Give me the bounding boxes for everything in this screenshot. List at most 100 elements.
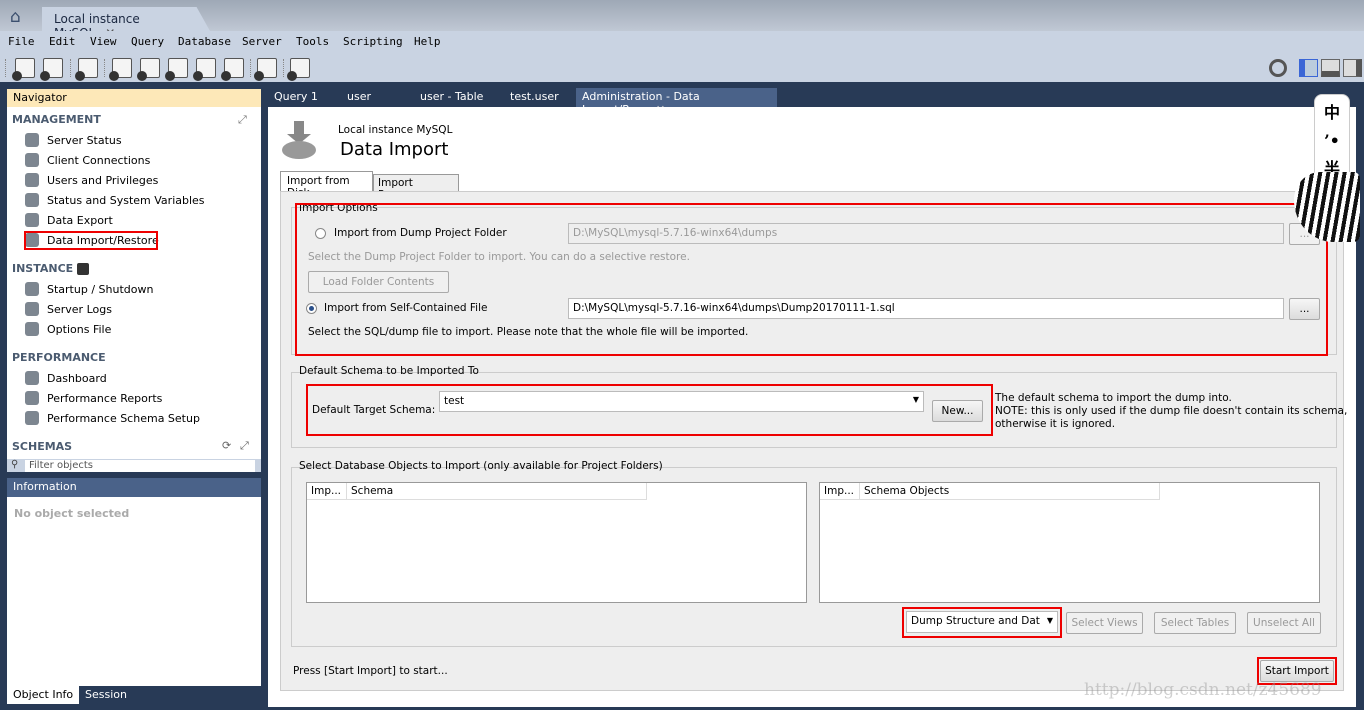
menu-view[interactable]: View bbox=[90, 35, 117, 48]
nav-startup-shutdown[interactable]: Startup / Shutdown bbox=[25, 282, 153, 296]
instance-heading: INSTANCE bbox=[12, 262, 90, 275]
home-icon[interactable]: ⌂ bbox=[10, 8, 32, 26]
select-views-button[interactable]: Select Views bbox=[1066, 612, 1143, 634]
menu-file[interactable]: File bbox=[8, 35, 35, 48]
tab-import-from-disk[interactable]: Import from Disk bbox=[280, 171, 373, 199]
tab-query-1[interactable]: Query 1 bbox=[268, 88, 324, 107]
wrench-icon bbox=[77, 263, 90, 275]
separator bbox=[5, 59, 6, 77]
schema-list[interactable]: Imp... Schema bbox=[306, 482, 807, 603]
separator bbox=[70, 59, 71, 77]
select-tables-button[interactable]: Select Tables bbox=[1154, 612, 1236, 634]
settings-icon[interactable] bbox=[1269, 59, 1287, 77]
inspector-icon[interactable] bbox=[75, 58, 98, 81]
nav-label: Users and Privileges bbox=[47, 173, 159, 187]
filter-objects-input[interactable]: Filter objects bbox=[25, 460, 255, 472]
column-header-import[interactable]: Imp... bbox=[820, 483, 860, 500]
schema-setup-icon bbox=[25, 411, 39, 425]
schema-note-1: The default schema to import the dump in… bbox=[995, 392, 1232, 404]
new-sql-tab-icon[interactable] bbox=[12, 58, 35, 81]
users-icon bbox=[25, 173, 39, 187]
dashboard-icon bbox=[25, 371, 39, 385]
nav-label: Performance Reports bbox=[47, 391, 163, 405]
highlight-box bbox=[295, 203, 1328, 356]
navigator-header: Navigator bbox=[7, 89, 261, 107]
schemas-heading: SCHEMAS bbox=[12, 440, 73, 453]
separator bbox=[283, 59, 284, 77]
nav-label: Options File bbox=[47, 322, 112, 336]
open-sql-file-icon[interactable] bbox=[40, 58, 63, 81]
connection-tab[interactable]: Local instance MySQL✕ bbox=[42, 7, 210, 31]
refresh-icon[interactable]: ⟳ bbox=[222, 439, 231, 452]
menu-scripting[interactable]: Scripting bbox=[343, 35, 403, 48]
search-icon: ⚲ bbox=[11, 459, 19, 470]
logs-icon bbox=[25, 302, 39, 316]
nav-data-export[interactable]: Data Export bbox=[25, 213, 113, 227]
toggle-sidebar-icon[interactable] bbox=[1299, 59, 1318, 77]
create-schema-icon[interactable] bbox=[109, 58, 132, 81]
menu-bar: File Edit View Query Database Server Too… bbox=[0, 31, 1364, 53]
page-subtitle: Local instance MySQL bbox=[338, 124, 453, 136]
server-status-icon bbox=[25, 133, 39, 147]
import-disk-icon bbox=[282, 121, 316, 161]
menu-help[interactable]: Help bbox=[414, 35, 441, 48]
tab-test-user[interactable]: test.user bbox=[504, 88, 565, 107]
tab-user[interactable]: user bbox=[341, 88, 377, 107]
nav-performance-schema-setup[interactable]: Performance Schema Setup bbox=[25, 411, 200, 425]
menu-tools[interactable]: Tools bbox=[296, 35, 329, 48]
tab-session[interactable]: Session bbox=[79, 686, 133, 704]
tab-import-progress[interactable]: Import Progress bbox=[373, 174, 459, 201]
nav-label: Client Connections bbox=[47, 153, 151, 167]
editor-tabs: Query 1 user user - Table test.user Admi… bbox=[268, 88, 1356, 116]
create-view-icon[interactable] bbox=[165, 58, 188, 81]
column-header-import[interactable]: Imp... bbox=[307, 483, 347, 500]
schema-note-2: NOTE: this is only used if the dump file… bbox=[995, 405, 1348, 417]
nav-server-status[interactable]: Server Status bbox=[25, 133, 122, 147]
nav-client-connections[interactable]: Client Connections bbox=[25, 153, 150, 167]
expand-icon[interactable]: ⤢ bbox=[240, 439, 249, 453]
schema-note-3: otherwise it is ignored. bbox=[995, 418, 1116, 430]
nav-users-privileges[interactable]: Users and Privileges bbox=[25, 173, 158, 187]
nav-label: Startup / Shutdown bbox=[47, 282, 154, 296]
search-table-data-icon[interactable] bbox=[254, 58, 277, 81]
schema-objects-list[interactable]: Imp... Schema Objects bbox=[819, 482, 1320, 603]
menu-server[interactable]: Server bbox=[242, 35, 282, 48]
reports-icon bbox=[25, 391, 39, 405]
nav-label: Performance Schema Setup bbox=[47, 411, 200, 425]
unselect-all-button[interactable]: Unselect All bbox=[1247, 612, 1321, 634]
information-panel: Information No object selected bbox=[7, 478, 261, 686]
menu-database[interactable]: Database bbox=[178, 35, 231, 48]
performance-heading: PERFORMANCE bbox=[12, 351, 106, 364]
management-heading: MANAGEMENT bbox=[12, 113, 101, 126]
data-import-page: Local instance MySQL Data Import Import … bbox=[268, 107, 1356, 707]
create-function-icon[interactable] bbox=[221, 58, 244, 81]
tab-user-table[interactable]: user - Table bbox=[414, 88, 489, 107]
separator bbox=[104, 59, 105, 77]
menu-query[interactable]: Query bbox=[131, 35, 164, 48]
nav-options-file[interactable]: Options File bbox=[25, 322, 111, 336]
nav-label: Dashboard bbox=[47, 371, 107, 385]
toggle-secondary-sidebar-icon[interactable] bbox=[1343, 59, 1362, 77]
nav-label: Server Status bbox=[47, 133, 122, 147]
column-header-schema[interactable]: Schema bbox=[347, 483, 647, 500]
tab-administration-import[interactable]: Administration - Data Import/Res... ✕ bbox=[576, 88, 777, 116]
create-table-icon[interactable] bbox=[137, 58, 160, 81]
nav-dashboard[interactable]: Dashboard bbox=[25, 371, 107, 385]
expand-icon[interactable]: ⤢ bbox=[238, 113, 247, 127]
nav-server-logs[interactable]: Server Logs bbox=[25, 302, 112, 316]
menu-edit[interactable]: Edit bbox=[49, 35, 76, 48]
column-header-schema-objects[interactable]: Schema Objects bbox=[860, 483, 1160, 500]
instance-title: INSTANCE bbox=[12, 262, 74, 275]
ime-punctuation: ’• bbox=[1324, 131, 1340, 150]
create-procedure-icon[interactable] bbox=[193, 58, 216, 81]
info-tabs: Object Info Session bbox=[7, 686, 261, 704]
ime-mode: 中 bbox=[1323, 103, 1340, 122]
nav-status-variables[interactable]: Status and System Variables bbox=[25, 193, 205, 207]
startup-icon bbox=[25, 282, 39, 296]
toggle-output-icon[interactable] bbox=[1321, 59, 1340, 77]
database-objects-title: Select Database Objects to Import (only … bbox=[299, 460, 663, 472]
status-text: Press [Start Import] to start... bbox=[293, 665, 448, 677]
reconnect-icon[interactable] bbox=[287, 58, 310, 81]
nav-performance-reports[interactable]: Performance Reports bbox=[25, 391, 162, 405]
tab-object-info[interactable]: Object Info bbox=[7, 686, 80, 704]
